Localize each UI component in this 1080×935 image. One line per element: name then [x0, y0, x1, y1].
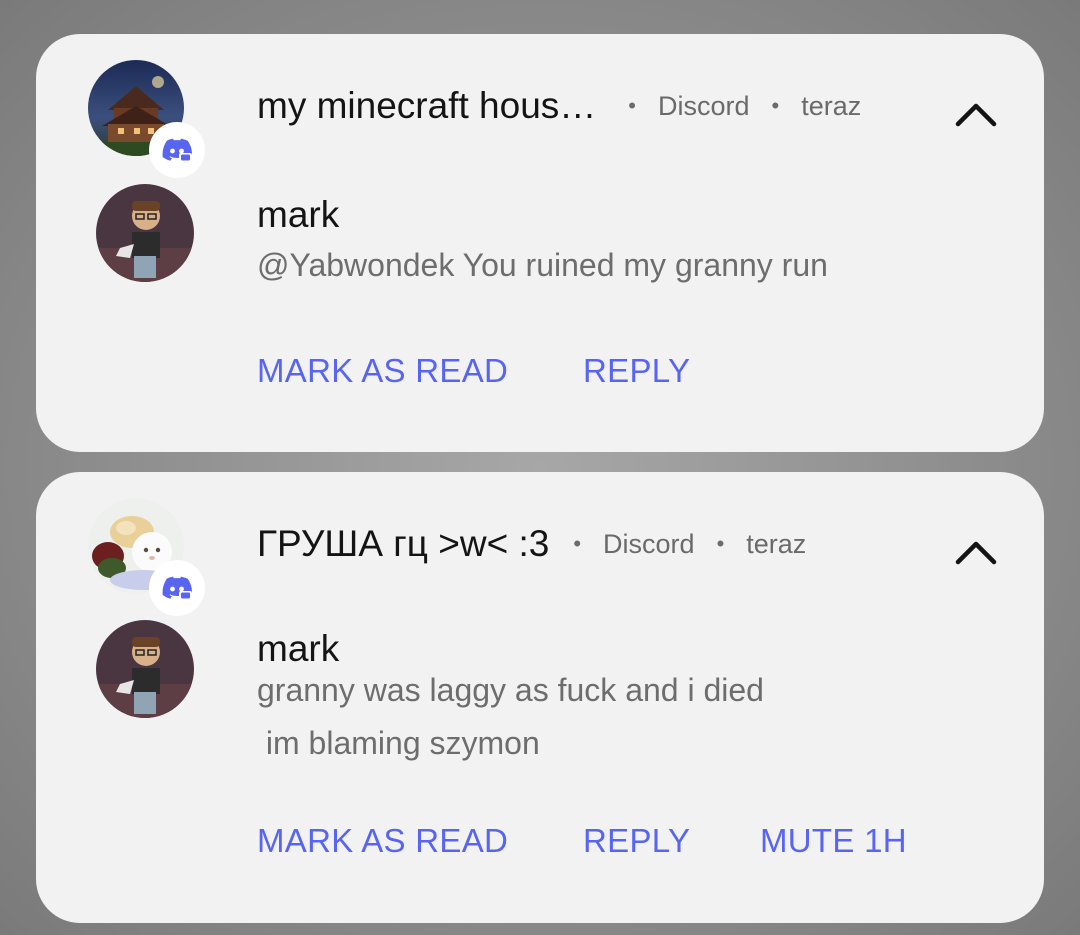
message-text: @Yabwondek You ruined my granny run — [257, 247, 828, 283]
user-avatar — [96, 184, 194, 282]
message-line-1: granny was laggy as fuck and i died — [257, 672, 764, 708]
reply-button[interactable]: REPLY — [583, 352, 690, 390]
chevron-up-icon — [955, 103, 997, 127]
notification-header: ГРУША гц >w< :3 • Discord • teraz — [257, 516, 806, 572]
discord-icon — [162, 576, 192, 600]
discord-badge — [149, 560, 205, 616]
reply-button[interactable]: REPLY — [583, 822, 690, 860]
notification-card-2[interactable]: ГРУША гц >w< :3 • Discord • teraz mark g… — [36, 472, 1044, 923]
separator-dot: • — [771, 93, 780, 118]
user-avatar — [96, 620, 194, 718]
separator-dot: • — [628, 93, 636, 118]
notification-card-1[interactable]: my minecraft hous… • Discord • teraz mar… — [36, 34, 1044, 452]
separator-dot: • — [573, 531, 582, 556]
group-title: ГРУША гц >w< :3 — [257, 523, 550, 564]
chevron-up-icon — [955, 541, 997, 565]
collapse-button[interactable] — [952, 90, 1000, 138]
separator-dot: • — [716, 531, 725, 556]
app-name: Discord — [603, 528, 695, 559]
sender-name: mark — [257, 628, 340, 669]
sender-name: mark — [257, 194, 340, 235]
notification-header: my minecraft hous… • Discord • teraz — [257, 78, 861, 134]
message-line-2: im blaming szymon — [257, 725, 540, 761]
mark-as-read-button[interactable]: MARK AS READ — [257, 822, 508, 860]
collapse-button[interactable] — [952, 528, 1000, 576]
timestamp: teraz — [746, 528, 807, 559]
mute-1h-button[interactable]: MUTE 1H — [760, 822, 907, 860]
mark-as-read-button[interactable]: MARK AS READ — [257, 352, 508, 390]
app-name: Discord — [657, 90, 750, 121]
discord-icon — [162, 138, 192, 162]
timestamp: teraz — [801, 90, 862, 121]
group-title: my minecraft hous… — [257, 85, 597, 126]
discord-badge — [149, 122, 205, 178]
